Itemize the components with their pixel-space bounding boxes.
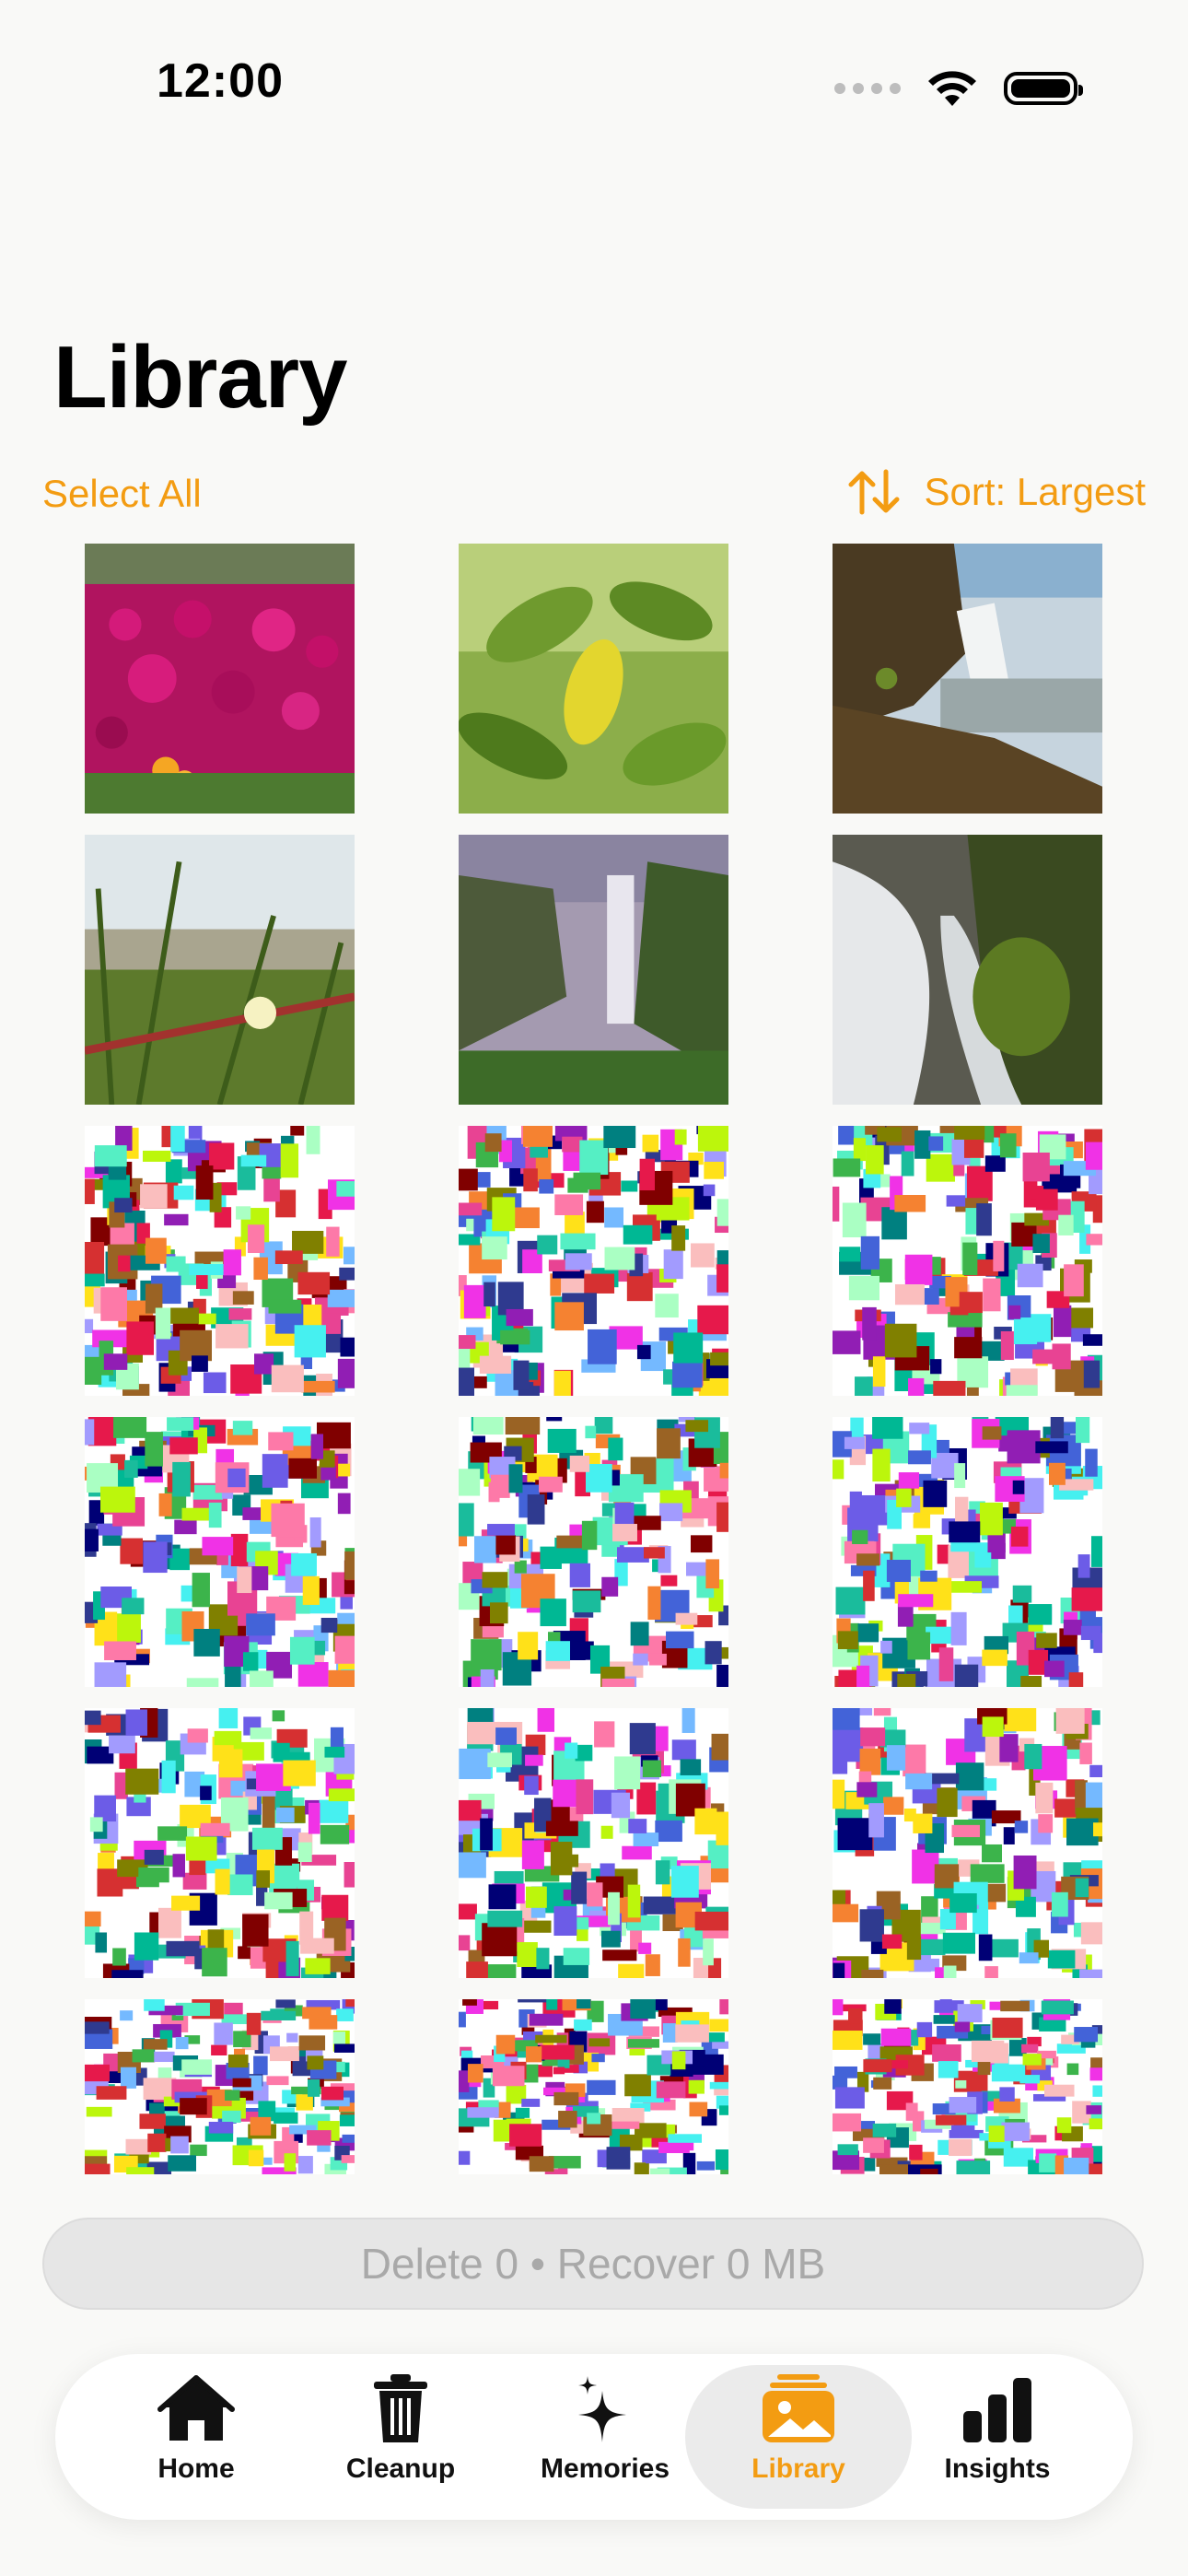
tab-cleanup[interactable]: Cleanup — [287, 2365, 514, 2509]
select-all-button[interactable]: Select All — [42, 472, 202, 516]
tab-cleanup-label: Cleanup — [345, 2453, 456, 2484]
delete-button[interactable]: Delete 0 • Recover 0 MB — [42, 2218, 1144, 2310]
house-icon — [157, 2375, 235, 2441]
photo-thumbnail-long-exposure-waterfall[interactable] — [833, 835, 1102, 1105]
photo-thumbnail-flowers[interactable] — [85, 544, 355, 814]
photo-thumbnail-misty-waterfall[interactable] — [459, 835, 728, 1105]
trash-icon — [374, 2374, 427, 2442]
photo-thumbnail-mosaic[interactable] — [85, 1708, 355, 1978]
photo-thumbnail-beach-grass[interactable] — [85, 835, 355, 1105]
sparkles-icon — [578, 2376, 626, 2442]
photo-thumbnail-mosaic[interactable] — [85, 1999, 355, 2174]
battery-icon — [1004, 72, 1083, 105]
sort-arrows-icon — [848, 469, 900, 515]
photo-thumbnail-mosaic[interactable] — [85, 1417, 355, 1687]
photo-thumbnail-mosaic[interactable] — [85, 1126, 355, 1396]
tab-home-label: Home — [157, 2453, 235, 2484]
photo-thumbnail-mosaic[interactable] — [459, 1708, 728, 1978]
tab-bar: Home Cleanup Memories Library Insights — [55, 2354, 1133, 2520]
photo-thumbnail-mosaic[interactable] — [459, 1417, 728, 1687]
wifi-icon — [928, 71, 976, 106]
sort-button[interactable]: Sort: Largest — [847, 468, 1146, 516]
photo-thumbnail-mosaic[interactable] — [833, 1417, 1102, 1687]
photo-thumbnail-mosaic[interactable] — [833, 1708, 1102, 1978]
status-time: 12:00 — [157, 54, 284, 108]
status-icons — [834, 61, 1083, 116]
bar-chart-icon — [963, 2378, 1031, 2442]
tab-home[interactable]: Home — [83, 2365, 309, 2509]
photo-thumbnail-mosaic[interactable] — [459, 1126, 728, 1396]
photo-thumbnail-mosaic[interactable] — [459, 1999, 728, 2174]
photo-thumbnail-mosaic[interactable] — [833, 1126, 1102, 1396]
tab-memories-label: Memories — [540, 2453, 670, 2484]
tab-insights-label: Insights — [944, 2453, 1051, 2484]
photo-thumbnail-waterfall-cliff[interactable] — [833, 544, 1102, 814]
tab-insights[interactable]: Insights — [884, 2365, 1111, 2509]
tab-library[interactable]: Library — [685, 2365, 912, 2509]
tab-library-label: Library — [751, 2453, 845, 2484]
photo-grid — [0, 544, 1188, 2174]
photo-stack-icon — [763, 2374, 834, 2442]
sort-label: Sort: Largest — [924, 470, 1146, 513]
photo-thumbnail-mosaic[interactable] — [833, 1999, 1102, 2174]
photo-thumbnail-leaves[interactable] — [459, 544, 728, 814]
page-title: Library — [53, 328, 347, 427]
cellular-signal-icon — [834, 83, 901, 94]
